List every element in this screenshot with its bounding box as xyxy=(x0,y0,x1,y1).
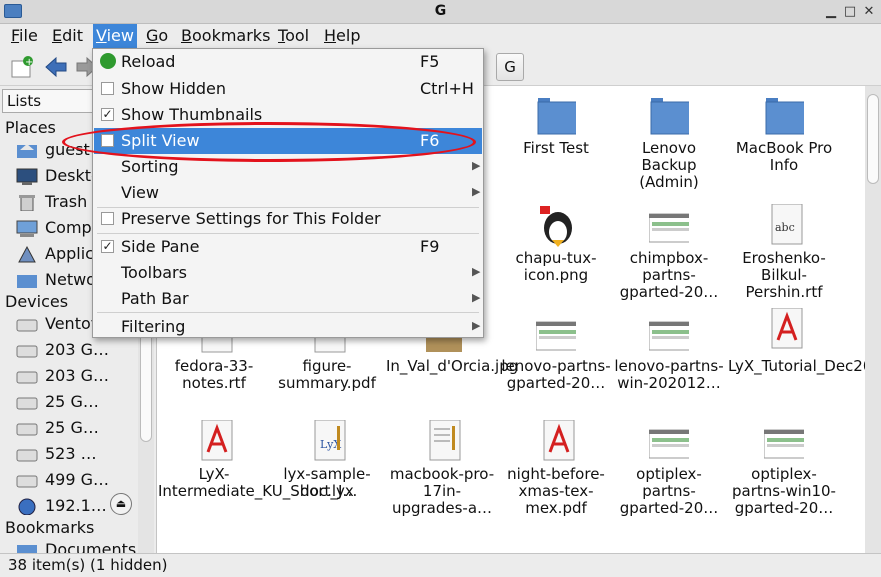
devices-header: Devices xyxy=(5,292,69,311)
network-folder-icon xyxy=(17,275,37,288)
checkbox-checked[interactable]: ✓ xyxy=(101,108,114,121)
pdf-icon xyxy=(771,308,803,349)
path-button-g[interactable]: G xyxy=(496,53,524,81)
new-tab-icon[interactable]: + xyxy=(10,55,36,79)
sidebar-device[interactable]: 25 G… xyxy=(16,416,136,440)
sidebar-device[interactable]: 203 G… xyxy=(16,338,136,362)
menu-separator xyxy=(97,312,479,313)
file-grid-scrollbar[interactable] xyxy=(865,86,881,553)
checkbox-unchecked[interactable] xyxy=(101,82,114,95)
sidebar-item-documents[interactable]: Documents xyxy=(16,538,136,553)
scrollbar-thumb[interactable] xyxy=(867,94,879,184)
maximize-icon[interactable]: □ xyxy=(843,5,857,19)
drive-icon xyxy=(16,423,38,436)
text-icon xyxy=(429,420,461,461)
tux-image-icon xyxy=(540,206,572,247)
folder-icon xyxy=(537,98,576,135)
menu-bookmarks[interactable]: Bookmarks xyxy=(178,24,273,48)
menu-bar: File Edit View Go Bookmarks Tool Help xyxy=(0,24,881,48)
reload-icon xyxy=(100,53,116,69)
submenu-arrow-icon: ▶ xyxy=(472,319,481,332)
menu-file[interactable]: File xyxy=(8,24,41,48)
home-folder-icon xyxy=(17,144,37,158)
svg-text:abc: abc xyxy=(775,221,795,234)
checkbox-checked[interactable]: ✓ xyxy=(101,240,114,253)
svg-text:+: + xyxy=(25,57,33,68)
sidebar-device[interactable]: 25 G… xyxy=(16,390,136,414)
sidebar-device[interactable]: 203 G… xyxy=(16,364,136,388)
menu-item-path-bar[interactable]: Path Bar ▶ xyxy=(94,286,482,312)
drive-icon xyxy=(16,475,38,488)
close-icon[interactable]: ✕ xyxy=(862,5,876,19)
sidebar-device[interactable]: 523 … xyxy=(16,442,136,466)
menu-item-preserve-settings[interactable]: Preserve Settings for This Folder xyxy=(94,206,482,232)
folder-icon xyxy=(765,98,804,135)
checkbox-unchecked[interactable] xyxy=(101,212,114,225)
screenshot-icon xyxy=(649,429,689,459)
menu-item-filtering[interactable]: Filtering ▶ xyxy=(94,314,482,340)
sidebar-device[interactable]: 499 G… xyxy=(16,468,136,492)
rtf-icon: abc xyxy=(771,204,803,245)
title-bar: G ▁ □ ✕ xyxy=(0,0,881,24)
applications-icon xyxy=(18,245,36,263)
eject-icon[interactable]: ⏏ xyxy=(110,493,132,515)
drive-icon xyxy=(16,319,38,332)
folder-icon xyxy=(17,545,37,553)
menu-item-view[interactable]: View ▶ xyxy=(94,180,482,206)
screenshot-icon xyxy=(649,213,689,243)
pdf-icon xyxy=(201,420,233,461)
bookmarks-header: Bookmarks xyxy=(5,518,95,537)
menu-item-toolbars[interactable]: Toolbars ▶ xyxy=(94,260,482,286)
menu-item-reload[interactable]: Reload F5 xyxy=(94,49,482,75)
folder-icon xyxy=(650,98,689,135)
submenu-arrow-icon: ▶ xyxy=(472,185,481,198)
status-bar: 38 item(s) (1 hidden) xyxy=(0,553,881,577)
submenu-arrow-icon: ▶ xyxy=(472,291,481,304)
places-header: Places xyxy=(5,118,56,137)
menu-view[interactable]: View xyxy=(93,24,137,48)
menu-help[interactable]: Help xyxy=(321,24,363,48)
back-icon[interactable] xyxy=(43,55,69,79)
drive-icon xyxy=(16,371,38,384)
lyx-icon: LyX xyxy=(314,420,346,461)
drive-icon xyxy=(16,449,38,462)
menu-item-side-pane[interactable]: ✓ Side Pane F9 xyxy=(94,234,482,260)
network-share-icon xyxy=(18,498,36,515)
screenshot-icon xyxy=(649,321,689,351)
minimize-icon[interactable]: ▁ xyxy=(824,5,838,19)
menu-file-rest: ile xyxy=(19,26,38,45)
menu-tool[interactable]: Tool xyxy=(275,24,312,48)
annotation-ellipse xyxy=(62,122,476,162)
pdf-icon xyxy=(543,420,575,461)
screenshot-icon xyxy=(536,321,576,351)
menu-edit[interactable]: Edit xyxy=(49,24,86,48)
view-menu: Reload F5 Show Hidden Ctrl+H ✓ Show Thumbna… xyxy=(92,48,484,338)
screenshot-icon xyxy=(764,429,804,459)
computer-icon xyxy=(16,220,38,237)
drive-icon xyxy=(16,345,38,358)
submenu-arrow-icon: ▶ xyxy=(472,159,481,172)
drive-icon xyxy=(16,397,38,410)
menu-item-show-hidden[interactable]: Show Hidden Ctrl+H xyxy=(94,76,482,102)
submenu-arrow-icon: ▶ xyxy=(472,265,481,278)
window-title: G xyxy=(434,3,447,19)
trash-icon xyxy=(19,195,35,211)
menu-go[interactable]: Go xyxy=(143,24,171,48)
desktop-icon xyxy=(16,168,38,185)
